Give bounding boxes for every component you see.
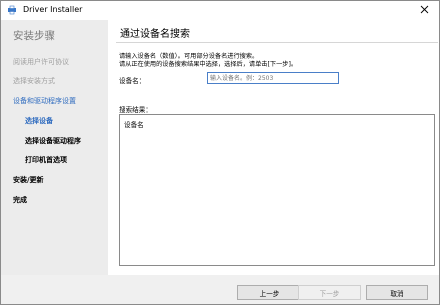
device-name-label: 设备名：: [119, 77, 146, 85]
main-panel: 通过设备名搜索 请输入设备名（数值）。可用部分设备名进行搜索。 请从正在使用的设…: [108, 20, 439, 275]
driver-installer-app-icon: [7, 5, 17, 15]
step-select-device-driver: 选择设备驱动程序: [25, 137, 81, 145]
search-results-label: 搜索结果：: [119, 106, 152, 114]
steps-sidebar: 安装步骤 阅读用户许可协议 选择安装方式 设备和驱动程序设置 选择设备 选择设备…: [1, 20, 108, 275]
close-button[interactable]: [413, 2, 435, 19]
step-finish: 完成: [13, 196, 27, 204]
sidebar-heading: 安装步骤: [13, 30, 55, 42]
step-read-license: 阅读用户许可协议: [13, 58, 69, 66]
next-button[interactable]: 下一步: [298, 285, 361, 300]
step-select-device: 选择设备: [25, 117, 53, 125]
window-title: Driver Installer: [23, 5, 83, 14]
device-name-input[interactable]: [207, 72, 339, 84]
step-install-update: 安装/更新: [13, 176, 44, 184]
cancel-button[interactable]: 取消: [366, 285, 428, 300]
results-column-header: 设备名: [124, 121, 144, 129]
close-icon: [420, 5, 429, 16]
button-bar: 上一步 下一步 取消: [1, 275, 439, 304]
instruction-line-2: 请从正在使用的设备搜索结果中选择，选择后，请单击[下一步]。: [119, 61, 298, 68]
back-button[interactable]: 上一步: [237, 285, 302, 300]
step-device-driver-settings: 设备和驱动程序设置: [13, 97, 76, 105]
title-divider: [116, 42, 438, 43]
installer-window: Driver Installer 安装步骤 阅读用户许可协议 选择安装方式 设备…: [0, 0, 440, 305]
search-results-list[interactable]: 设备名: [119, 114, 435, 266]
title-bar[interactable]: Driver Installer: [1, 1, 439, 20]
step-select-install-method: 选择安装方式: [13, 77, 55, 85]
page-title: 通过设备名搜索: [120, 29, 190, 40]
step-printer-preferences: 打印机首选项: [25, 156, 67, 164]
